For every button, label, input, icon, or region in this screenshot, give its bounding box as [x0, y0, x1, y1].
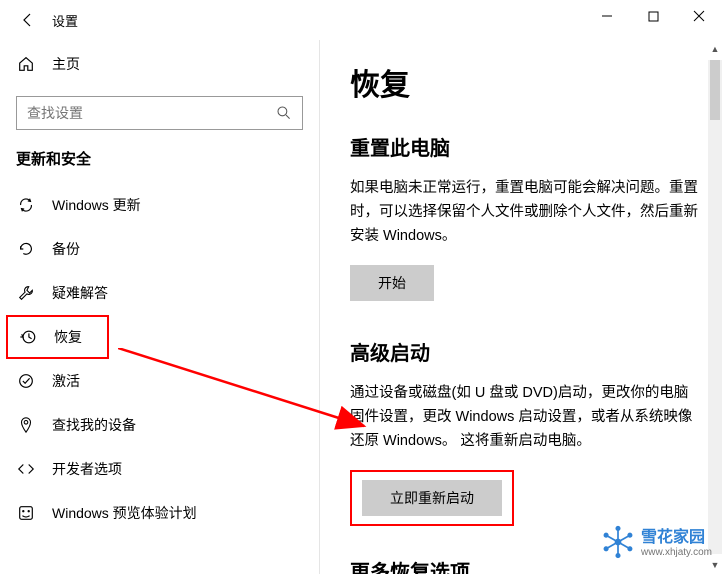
history-icon	[18, 327, 38, 347]
page-title: 恢复	[350, 60, 698, 104]
sidebar-item-label: Windows 预览体验计划	[52, 503, 197, 523]
insider-icon	[16, 503, 36, 523]
window-title: 设置	[48, 11, 78, 30]
watermark-name: 雪花家园	[641, 529, 712, 547]
code-icon	[16, 459, 36, 479]
sidebar-home[interactable]: 主页	[0, 44, 319, 84]
sidebar-item-label: 查找我的设备	[52, 415, 136, 435]
search-box[interactable]	[16, 96, 303, 130]
check-circle-icon	[16, 371, 36, 391]
sidebar-item-label: 开发者选项	[52, 459, 122, 479]
annotation-highlight-recovery: 恢复	[6, 315, 109, 359]
sidebar-section-title: 更新和安全	[0, 148, 319, 183]
reset-start-button[interactable]: 开始	[350, 265, 434, 301]
sidebar-item-recovery[interactable]: 恢复	[8, 317, 107, 357]
restart-now-button[interactable]: 立即重新启动	[362, 480, 502, 516]
close-button[interactable]	[676, 0, 722, 32]
sidebar-item-label: Windows 更新	[52, 195, 141, 215]
search-input[interactable]	[25, 104, 274, 122]
sidebar-item-windows-update[interactable]: Windows 更新	[0, 183, 319, 227]
sidebar-item-label: 备份	[52, 239, 80, 259]
home-icon	[16, 54, 36, 74]
annotation-highlight-restart: 立即重新启动	[350, 470, 514, 526]
window-titlebar: 设置	[0, 0, 722, 40]
search-icon	[274, 103, 294, 123]
sidebar-home-label: 主页	[52, 54, 80, 74]
sidebar-item-label: 疑难解答	[52, 283, 108, 303]
sidebar: 主页 更新和安全 Windows 更新 备份 疑难解答	[0, 40, 320, 574]
section-body-reset: 如果电脑未正常运行，重置电脑可能会解决问题。重置时，可以选择保留个人文件或删除个…	[350, 177, 698, 249]
sidebar-item-insider[interactable]: Windows 预览体验计划	[0, 491, 319, 535]
section-heading-reset: 重置此电脑	[350, 132, 698, 161]
scrollbar-track[interactable]	[708, 60, 722, 554]
location-icon	[16, 415, 36, 435]
minimize-button[interactable]	[584, 0, 630, 32]
watermark-url: www.xhjaty.com	[641, 547, 712, 558]
sidebar-item-activation[interactable]: 激活	[0, 359, 319, 403]
sidebar-item-backup[interactable]: 备份	[0, 227, 319, 271]
sidebar-item-developer[interactable]: 开发者选项	[0, 447, 319, 491]
sidebar-item-troubleshoot[interactable]: 疑难解答	[0, 271, 319, 315]
sync-icon	[16, 195, 36, 215]
scroll-up-arrow[interactable]: ▲	[708, 40, 722, 58]
section-heading-advanced: 高级启动	[350, 337, 698, 366]
maximize-button[interactable]	[630, 0, 676, 32]
wrench-icon	[16, 283, 36, 303]
back-button[interactable]	[8, 0, 48, 40]
content-pane: 恢复 重置此电脑 如果电脑未正常运行，重置电脑可能会解决问题。重置时，可以选择保…	[320, 40, 722, 574]
snowflake-icon	[601, 525, 635, 562]
sidebar-item-label: 激活	[52, 371, 80, 391]
content-scrollbar[interactable]: ▲ ▼	[708, 40, 722, 574]
sidebar-item-label: 恢复	[54, 327, 82, 347]
watermark: 雪花家园 www.xhjaty.com	[601, 525, 712, 562]
backup-icon	[16, 239, 36, 259]
section-body-advanced: 通过设备或磁盘(如 U 盘或 DVD)启动，更改你的电脑固件设置，更改 Wind…	[350, 382, 698, 454]
scrollbar-thumb[interactable]	[710, 60, 720, 120]
sidebar-item-find-my-device[interactable]: 查找我的设备	[0, 403, 319, 447]
